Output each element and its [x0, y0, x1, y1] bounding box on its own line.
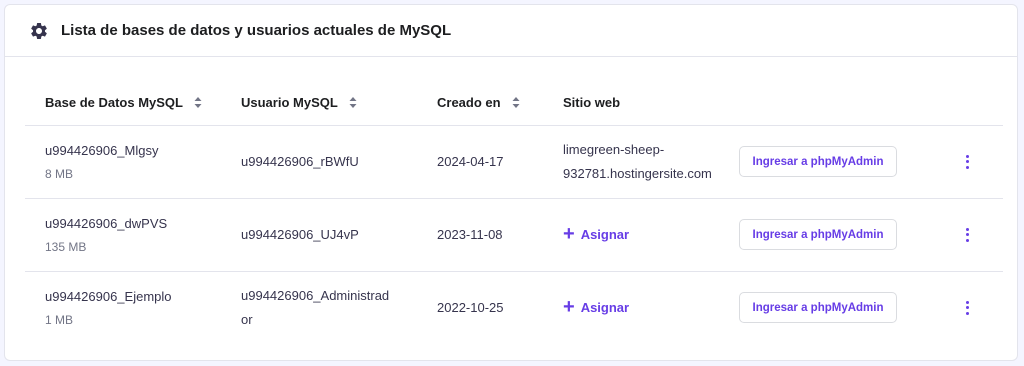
column-header-user[interactable]: Usuario MySQL — [221, 81, 417, 126]
sort-icon[interactable] — [194, 96, 202, 111]
database-cell: u994426906_Ejemplo 1 MB — [25, 271, 221, 344]
user-cell: u994426906_UJ4vP — [221, 198, 417, 272]
card-title: Lista de bases de datos y usuarios actua… — [61, 22, 452, 39]
plus-icon: + — [563, 222, 575, 245]
user-cell: u994426906_Administrador — [221, 271, 417, 344]
database-name: u994426906_dwPVS — [45, 215, 168, 231]
table-header-row: Base de Datos MySQL Usuario MySQL Creado… — [25, 81, 1003, 126]
card-header: Lista de bases de datos y usuarios actua… — [5, 5, 1017, 57]
plus-icon: + — [563, 295, 575, 318]
website-link[interactable]: limegreen-sheep-932781.hostingersite.com — [563, 138, 733, 186]
column-header-label: Creado en — [437, 94, 501, 110]
assign-website-button[interactable]: + Asignar — [563, 295, 630, 318]
database-name: u994426906_Ejemplo — [45, 288, 172, 304]
database-size: 8 MB — [45, 166, 74, 181]
assign-website-button[interactable]: + Asignar — [563, 222, 630, 245]
column-header-website: Sitio web — [543, 81, 739, 126]
database-size: 135 MB — [45, 239, 87, 254]
gear-icon — [29, 21, 49, 41]
user-cell: u994426906_rBWfU — [221, 125, 417, 199]
table-row: u994426906_dwPVS 135 MB u994426906_UJ4vP… — [25, 198, 1003, 272]
sort-icon[interactable] — [349, 96, 357, 111]
created-cell: 2024-04-17 — [417, 125, 543, 199]
more-options-icon[interactable] — [957, 227, 977, 242]
assign-label: Asignar — [580, 227, 630, 242]
user-name: u994426906_Administrador — [241, 287, 390, 327]
created-cell: 2023-11-08 — [417, 198, 543, 272]
phpmyadmin-button[interactable]: Ingresar a phpMyAdmin — [739, 219, 897, 250]
created-cell: 2022-10-25 — [437, 300, 504, 316]
database-cell: u994426906_Mlgsy 8 MB — [25, 125, 221, 199]
phpmyadmin-button[interactable]: Ingresar a phpMyAdmin — [739, 146, 897, 177]
table-row: u994426906_Mlgsy 8 MB u994426906_rBWfU 2… — [25, 125, 1003, 199]
column-header-created[interactable]: Creado en — [417, 81, 543, 126]
more-options-icon[interactable] — [957, 154, 977, 169]
database-cell: u994426906_dwPVS 135 MB — [25, 198, 221, 272]
column-header-label: Usuario MySQL — [241, 94, 338, 110]
database-name: u994426906_Mlgsy — [45, 142, 159, 158]
phpmyadmin-button[interactable]: Ingresar a phpMyAdmin — [739, 292, 897, 324]
website-cell: + Asignar — [543, 271, 739, 344]
column-header-label: Base de Datos MySQL — [45, 94, 183, 110]
table-row: u994426906_Ejemplo 1 MB u994426906_Admin… — [25, 271, 1003, 344]
column-header-database[interactable]: Base de Datos MySQL — [25, 81, 221, 126]
databases-card: Lista de bases de datos y usuarios actua… — [4, 4, 1018, 361]
website-cell: limegreen-sheep-932781.hostingersite.com — [543, 125, 739, 199]
databases-table: Base de Datos MySQL Usuario MySQL Creado… — [25, 81, 1003, 344]
website-cell: + Asignar — [543, 198, 739, 272]
assign-label: Asignar — [580, 300, 630, 316]
column-header-label: Sitio web — [563, 95, 621, 111]
sort-icon[interactable] — [512, 96, 520, 111]
database-size: 1 MB — [45, 312, 74, 327]
more-options-icon[interactable] — [957, 300, 977, 315]
